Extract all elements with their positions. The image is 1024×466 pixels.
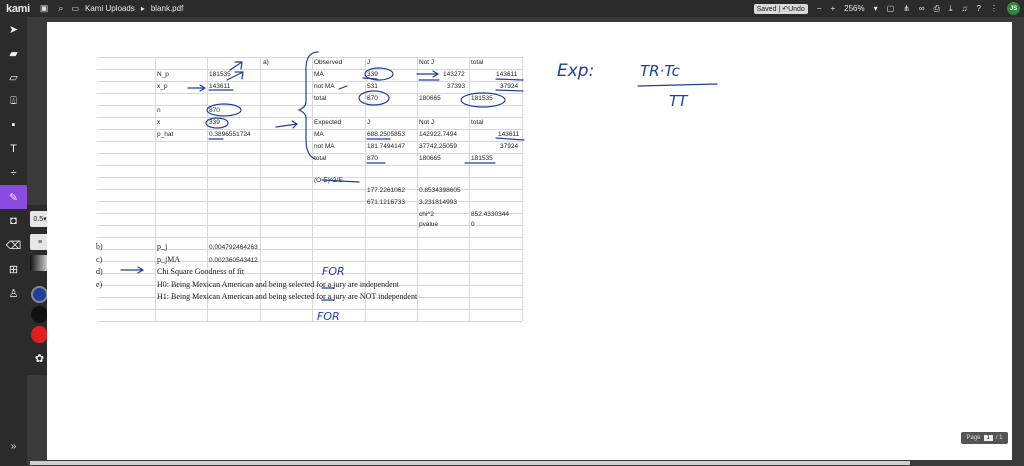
avatar[interactable]: JS <box>1007 2 1020 15</box>
zoom-in-button[interactable]: + <box>830 4 835 13</box>
kami-logo: kami <box>6 2 30 15</box>
eraser-tool-icon[interactable]: ⌫ <box>0 233 27 257</box>
left-toolbar: ➤ ▰ ▱ ⍍ ▪ T ÷ ✎ ◘ ⌫ ⊞ ♙ » <box>0 17 27 466</box>
folder-icon: ▭ <box>71 4 79 13</box>
markup-tool-icon[interactable]: ▰ <box>0 41 27 65</box>
search-icon[interactable]: ⌕ <box>58 3 63 14</box>
formula-exp-text: Exp: <box>557 61 594 81</box>
select-tool-icon[interactable]: ➤ <box>0 17 27 41</box>
drawing-tool-icon[interactable]: ✎ <box>0 185 27 209</box>
download-icon[interactable]: ⤓ <box>949 4 953 14</box>
help-icon[interactable]: ? <box>977 4 981 13</box>
color-swatch-black[interactable] <box>31 306 48 323</box>
breadcrumb-folder[interactable]: Kami Uploads <box>85 4 135 13</box>
highlighter-tool-icon[interactable]: ▱ <box>0 65 27 89</box>
shapes-tool-icon[interactable]: ◘ <box>0 209 27 233</box>
print-icon[interactable]: ⎙ <box>934 4 940 14</box>
zoom-level[interactable]: 256% <box>844 4 864 13</box>
color-swatch-red[interactable] <box>31 326 48 343</box>
breadcrumb: ▭ Kami Uploads ▸ blank.pdf <box>71 4 183 13</box>
chevron-right-icon: ▸ <box>140 4 145 13</box>
color-swatch-blue[interactable] <box>31 286 48 303</box>
handwritten-for-2: FOR <box>317 310 340 323</box>
top-bar: kami ▣ ⌕ ▭ Kami Uploads ▸ blank.pdf Save… <box>0 0 1024 17</box>
expand-toolbar-icon[interactable]: » <box>0 441 27 452</box>
signature-tool-icon[interactable]: ♙ <box>0 281 27 305</box>
equation-tool-icon[interactable]: ÷ <box>0 161 27 185</box>
comment-tool-icon[interactable]: ▪ <box>0 113 27 137</box>
palette-icon[interactable]: ✿ <box>31 351 48 368</box>
bell-icon[interactable]: ♫ <box>962 4 968 13</box>
file-name[interactable]: blank.pdf <box>151 4 183 13</box>
share-icon[interactable]: ⋔ <box>903 4 910 13</box>
formula-denominator-text: TT <box>669 92 689 110</box>
horizontal-scrollbar[interactable] <box>30 461 910 465</box>
handwriting-layer: Exp: TR·Tc TT FOR FOR <box>120 51 718 323</box>
text-tool-icon[interactable]: T <box>0 137 27 161</box>
zoom-chevron-icon[interactable]: ▾ <box>874 4 878 13</box>
zoom-out-button[interactable]: − <box>817 4 822 13</box>
save-status: Saved | ↶Undo <box>753 3 808 14</box>
undo-button[interactable]: Undo <box>788 6 805 13</box>
grid-menu-icon[interactable]: ⋮ <box>990 4 998 13</box>
current-page-input[interactable]: 1 <box>983 435 993 441</box>
text-select-tool-icon[interactable]: ⍍ <box>0 89 27 113</box>
formula-numerator-text: TR·Tc <box>640 62 681 80</box>
sidebar-toggle-icon[interactable]: ▣ <box>40 3 49 14</box>
page-indicator[interactable]: Page 1 / 1 <box>961 432 1008 444</box>
link-icon[interactable]: ∞ <box>919 4 925 13</box>
pdf-page: a) N_p 181535 x_p 143611 n 870 x 339 p_h… <box>47 22 1012 460</box>
handwritten-for-1: FOR <box>322 265 345 278</box>
folder-open-icon[interactable]: ▢ <box>887 4 895 13</box>
insert-image-tool-icon[interactable]: ⊞ <box>0 257 27 281</box>
